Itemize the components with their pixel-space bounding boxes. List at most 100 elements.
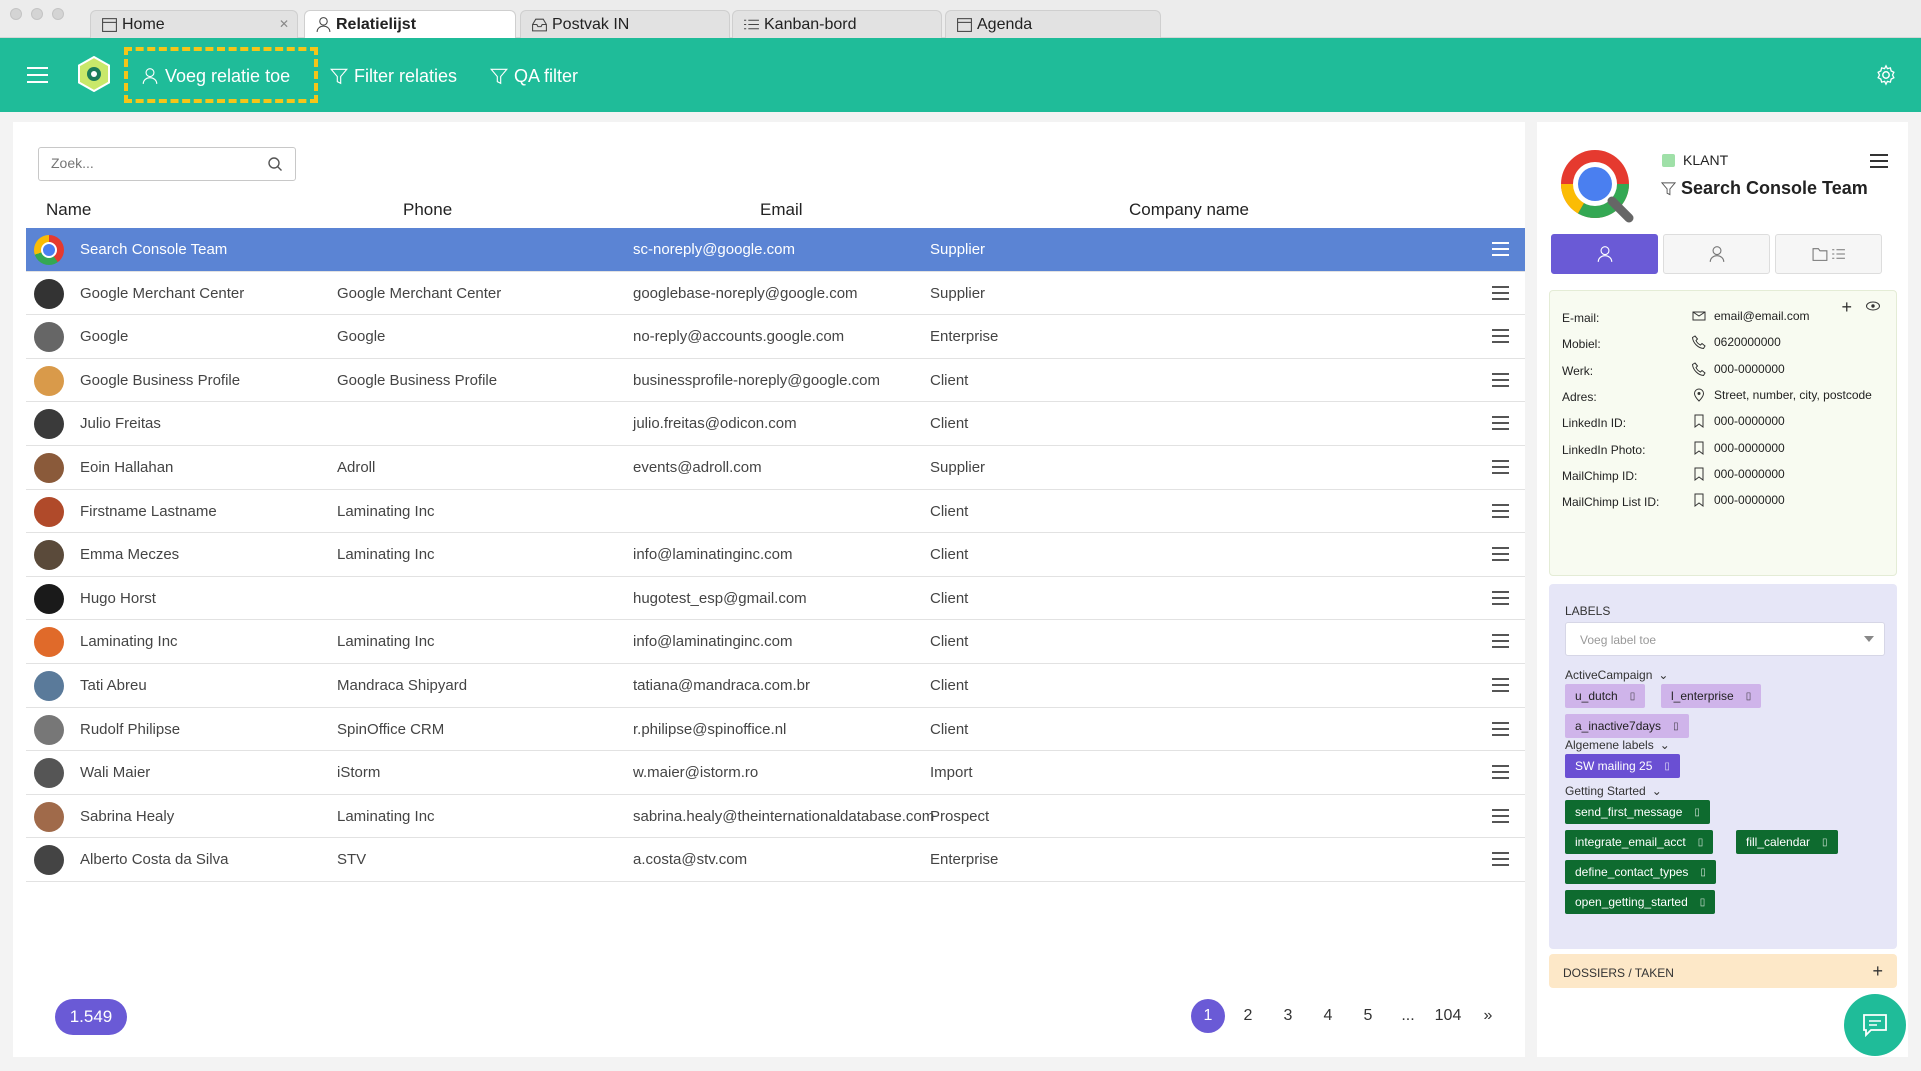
table-row[interactable]: Google Business Profile Google Business P… (26, 359, 1525, 403)
pin-icon[interactable]: ▯ (1630, 691, 1636, 702)
minimize-window-button[interactable] (31, 8, 43, 20)
gear-icon[interactable] (1875, 64, 1897, 86)
search-icon[interactable] (267, 156, 283, 172)
qa-filter-button[interactable]: QA filter (490, 62, 578, 90)
table-row[interactable]: Google Merchant Center Google Merchant Ce… (26, 272, 1525, 316)
label-group-general[interactable]: Algemene labels ⌄ (1565, 738, 1670, 752)
cell-email[interactable]: businessprofile-noreply@google.com (633, 372, 880, 389)
search-input[interactable] (51, 148, 251, 178)
page-button[interactable]: ... (1391, 999, 1425, 1033)
label-chip[interactable]: SW mailing 25 ▯ (1565, 754, 1680, 778)
column-header-company[interactable]: Company name (1129, 200, 1249, 220)
field-value[interactable]: email@email.com (1714, 309, 1810, 323)
pin-icon[interactable]: ▯ (1673, 721, 1679, 732)
table-row[interactable]: Search Console Team sc-noreply@google.com… (26, 228, 1525, 272)
maximize-window-button[interactable] (52, 8, 64, 20)
page-button[interactable]: » (1471, 999, 1505, 1033)
row-menu-icon[interactable] (1492, 634, 1509, 649)
tab-files[interactable] (1775, 234, 1882, 274)
close-window-button[interactable] (10, 8, 22, 20)
detail-menu-icon[interactable] (1870, 154, 1888, 168)
dossiers-section[interactable]: DOSSIERS / TAKEN + (1549, 954, 1897, 988)
column-header-phone[interactable]: Phone (403, 200, 452, 220)
field-value[interactable]: 000-0000000 (1714, 467, 1785, 481)
tab-relatielijst[interactable]: Relatielijst (304, 10, 516, 38)
table-row[interactable]: Wali Maier iStorm w.maier@istorm.ro Import (26, 751, 1525, 795)
eye-icon[interactable] (1866, 301, 1880, 311)
page-button[interactable]: 5 (1351, 999, 1385, 1033)
cell-email[interactable]: sabrina.healy@theinternationaldatabase.c… (633, 808, 934, 825)
tab-contact-info[interactable] (1551, 234, 1658, 274)
field-value[interactable]: 000-0000000 (1714, 441, 1785, 455)
page-button[interactable]: 4 (1311, 999, 1345, 1033)
cell-email[interactable]: tatiana@mandraca.com.br (633, 677, 810, 694)
row-menu-icon[interactable] (1492, 590, 1509, 605)
add-relation-button[interactable]: Voeg relatie toe (141, 62, 290, 90)
table-row[interactable]: Google Google no-reply@accounts.google.com… (26, 315, 1525, 359)
row-menu-icon[interactable] (1492, 285, 1509, 300)
cell-email[interactable]: info@laminatinginc.com (633, 546, 792, 563)
row-menu-icon[interactable] (1492, 852, 1509, 867)
cell-email[interactable]: no-reply@accounts.google.com (633, 328, 844, 345)
label-chip[interactable]: a_inactive7days ▯ (1565, 714, 1689, 738)
column-header-name[interactable]: Name (46, 200, 91, 220)
tab-kanban-bord[interactable]: Kanban-bord (732, 10, 942, 38)
close-tab-icon[interactable]: ✕ (279, 17, 289, 31)
page-button[interactable]: 2 (1231, 999, 1265, 1033)
table-row[interactable]: Laminating Inc Laminating Inc info@laminat… (26, 620, 1525, 664)
row-menu-icon[interactable] (1492, 721, 1509, 736)
cell-email[interactable]: events@adroll.com (633, 459, 762, 476)
table-row[interactable]: Emma Meczes Laminating Inc info@laminating… (26, 533, 1525, 577)
cell-email[interactable]: hugotest_esp@gmail.com (633, 590, 807, 607)
table-row[interactable]: Rudolf Philipse SpinOffice CRM r.philipse@… (26, 708, 1525, 752)
table-row[interactable]: Hugo Horst hugotest_esp@gmail.com Client (26, 577, 1525, 621)
table-row[interactable]: Tati Abreu Mandraca Shipyard tatiana@mandr… (26, 664, 1525, 708)
row-menu-icon[interactable] (1492, 547, 1509, 562)
pin-icon[interactable]: ▯ (1698, 837, 1704, 848)
field-value[interactable]: 000-0000000 (1714, 414, 1785, 428)
row-menu-icon[interactable] (1492, 416, 1509, 431)
pin-icon[interactable]: ▯ (1822, 837, 1828, 848)
label-chip[interactable]: l_enterprise ▯ (1661, 684, 1762, 708)
page-button[interactable]: 1 (1191, 999, 1225, 1033)
add-label-select[interactable]: Voeg label toe (1565, 622, 1885, 656)
tab-postvak-in[interactable]: Postvak IN (520, 10, 730, 38)
row-menu-icon[interactable] (1492, 242, 1509, 256)
label-group-getting-started[interactable]: Getting Started ⌄ (1565, 784, 1662, 798)
label-chip[interactable]: send_first_message ▯ (1565, 800, 1710, 824)
label-chip[interactable]: fill_calendar ▯ (1736, 830, 1838, 854)
label-chip[interactable]: integrate_email_acct ▯ (1565, 830, 1714, 854)
cell-email[interactable]: sc-noreply@google.com (633, 241, 795, 258)
row-menu-icon[interactable] (1492, 459, 1509, 474)
table-row[interactable]: Firstname Lastname Laminating Inc Client (26, 490, 1525, 534)
pin-icon[interactable]: ▯ (1746, 691, 1752, 702)
tab-agenda[interactable]: Agenda (945, 10, 1161, 38)
field-value[interactable]: 0620000000 (1714, 335, 1781, 349)
filter-relations-button[interactable]: Filter relaties (330, 62, 457, 90)
add-dossier-icon[interactable]: + (1872, 961, 1883, 982)
row-menu-icon[interactable] (1492, 329, 1509, 344)
pin-icon[interactable]: ▯ (1700, 897, 1706, 908)
tab-contacts[interactable] (1663, 234, 1770, 274)
page-button[interactable]: 3 (1271, 999, 1305, 1033)
table-row[interactable]: Alberto Costa da Silva STV a.costa@stv.com… (26, 838, 1525, 882)
row-menu-icon[interactable] (1492, 808, 1509, 823)
cell-email[interactable]: r.philipse@spinoffice.nl (633, 721, 786, 738)
label-group-activecampaign[interactable]: ActiveCampaign ⌄ (1565, 668, 1668, 682)
cell-email[interactable]: info@laminatinginc.com (633, 633, 792, 650)
pin-icon[interactable]: ▯ (1694, 807, 1700, 818)
cell-email[interactable]: julio.freitas@odicon.com (633, 415, 797, 432)
row-menu-icon[interactable] (1492, 765, 1509, 780)
pin-icon[interactable]: ▯ (1700, 867, 1706, 878)
cell-email[interactable]: googlebase-noreply@google.com (633, 285, 858, 302)
menu-icon[interactable] (27, 67, 48, 83)
label-chip[interactable]: open_getting_started ▯ (1565, 890, 1716, 914)
chat-button[interactable] (1844, 994, 1906, 1056)
field-value[interactable]: 000-0000000 (1714, 362, 1785, 376)
tab-home[interactable]: Home ✕ (90, 10, 298, 38)
cell-email[interactable]: w.maier@istorm.ro (633, 764, 758, 781)
label-chip[interactable]: define_contact_types ▯ (1565, 860, 1716, 884)
column-header-email[interactable]: Email (760, 200, 803, 220)
row-menu-icon[interactable] (1492, 372, 1509, 387)
row-menu-icon[interactable] (1492, 503, 1509, 518)
